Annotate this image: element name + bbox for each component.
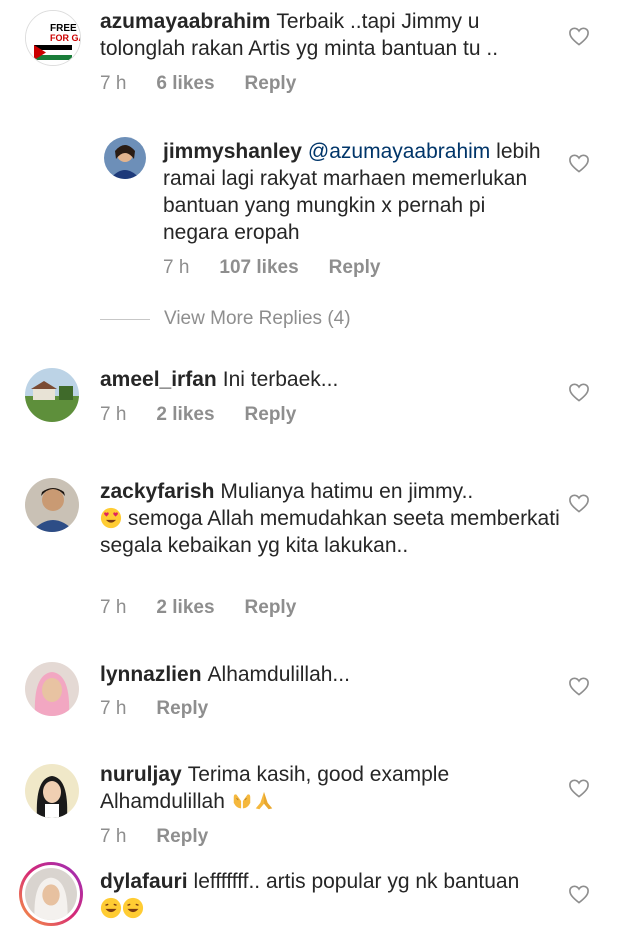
likes-count[interactable]: 2 likes [156, 597, 214, 619]
heart-outline-icon[interactable] [568, 493, 590, 513]
view-more-replies[interactable]: View More Replies (4) [100, 308, 351, 330]
comment-body: Mulianya hatimu en jimmy.. [220, 480, 474, 503]
comment-meta: 7 h Reply [100, 698, 238, 720]
comment-text: zackyfarish Mulianya hatimu en jimmy.. se… [100, 478, 560, 559]
avatar-story-ring[interactable] [19, 862, 83, 926]
svg-text:FOR GA: FOR GA [50, 33, 80, 43]
comment-meta: 7 h 2 likes Reply [100, 404, 326, 426]
avatar[interactable] [25, 764, 79, 818]
heart-outline-icon[interactable] [568, 884, 590, 904]
view-more-replies-label[interactable]: View More Replies (4) [164, 308, 351, 330]
comment-body-continued: semoga Allah memudahkan seeta memberkati… [100, 507, 560, 557]
reply-button[interactable]: Reply [156, 698, 208, 720]
comment-text: lynnazlien Alhamdulillah... [100, 661, 550, 688]
user-photo-avatar [25, 868, 77, 920]
heart-outline-icon[interactable] [568, 26, 590, 46]
reply-button[interactable]: Reply [156, 826, 208, 848]
comment-meta: 7 h 2 likes Reply [100, 597, 326, 619]
comment-text: ameel_irfan Ini terbaek... [100, 366, 550, 393]
comment-text: azumayaabrahim Terbaik ..tapi Jimmy u tol… [100, 8, 550, 62]
timestamp: 7 h [100, 73, 127, 94]
comment-text: jimmyshanley @azumayaabrahim lebih ramai … [163, 138, 553, 246]
heart-outline-icon[interactable] [568, 778, 590, 798]
comment-meta: 7 h 6 likes Reply [100, 73, 326, 95]
avatar[interactable]: FREE FOR GA [25, 10, 81, 66]
praying-hands-emoji-icon [255, 791, 272, 810]
username[interactable]: nuruljay [100, 763, 182, 786]
timestamp: 7 h [100, 826, 127, 847]
open-hands-emoji-icon [233, 794, 250, 809]
comment-text: nuruljay Terima kasih, good example Alham… [100, 761, 560, 815]
username[interactable]: ameel_irfan [100, 368, 217, 391]
heart-outline-icon[interactable] [568, 676, 590, 696]
likes-count[interactable]: 2 likes [156, 404, 214, 426]
heart-outline-icon[interactable] [568, 382, 590, 402]
free-palestine-avatar-image: FREE FOR GA [26, 11, 80, 65]
timestamp: 7 h [100, 698, 127, 719]
comment-body: lefffffff.. artis popular yg nk bantuan [193, 870, 520, 893]
likes-count[interactable]: 107 likes [219, 257, 298, 279]
mention-link[interactable]: @azumayaabrahim [308, 140, 490, 163]
user-photo-avatar [25, 764, 79, 818]
reply-button[interactable]: Reply [245, 404, 297, 426]
timestamp: 7 h [100, 597, 127, 618]
username[interactable]: jimmyshanley [163, 140, 302, 163]
comment-body: Ini terbaek... [222, 368, 339, 391]
timestamp: 7 h [163, 257, 190, 278]
comment-body: Alhamdulillah... [207, 663, 350, 686]
avatar[interactable] [25, 478, 79, 532]
landscape-avatar-image [25, 368, 79, 422]
username[interactable]: lynnazlien [100, 663, 202, 686]
avatar[interactable] [25, 662, 79, 716]
laughing-emoji-icon [122, 897, 144, 919]
user-photo-avatar [25, 478, 79, 532]
reply-button[interactable]: Reply [245, 73, 297, 95]
timestamp: 7 h [100, 404, 127, 425]
likes-count[interactable]: 6 likes [156, 73, 214, 95]
avatar[interactable] [25, 368, 79, 422]
avatar[interactable] [104, 137, 146, 179]
user-photo-avatar [104, 137, 146, 179]
reply-button[interactable]: Reply [245, 597, 297, 619]
heart-eyes-emoji-icon [100, 507, 122, 529]
heart-outline-icon[interactable] [568, 153, 590, 173]
username[interactable]: azumayaabrahim [100, 10, 270, 33]
comment-meta: 7 h 107 likes Reply [163, 257, 410, 279]
laughing-emoji-icon [100, 897, 122, 919]
reply-button[interactable]: Reply [329, 257, 381, 279]
user-photo-avatar [25, 662, 79, 716]
comment-meta: 7 h Reply [100, 826, 238, 848]
username[interactable]: zackyfarish [100, 480, 214, 503]
username[interactable]: dylafauri [100, 870, 188, 893]
divider-line [100, 318, 150, 320]
comment-text: dylafauri lefffffff.. artis popular yg nk… [100, 868, 540, 922]
